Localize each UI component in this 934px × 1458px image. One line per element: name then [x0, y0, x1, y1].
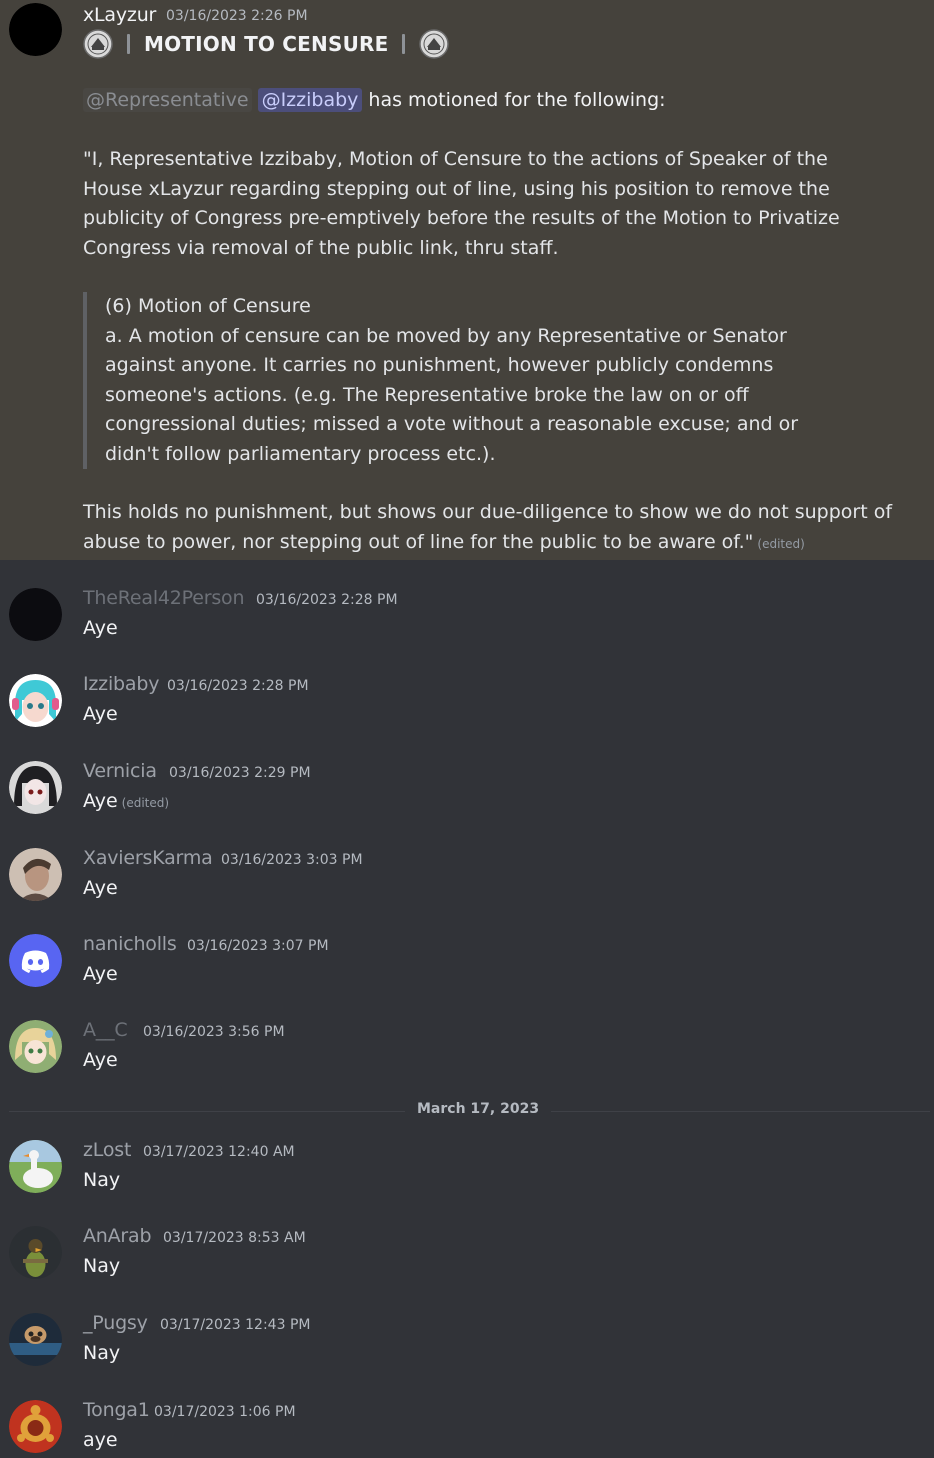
goose-avatar-icon [9, 1140, 62, 1193]
reply-timestamp: 03/17/2023 12:43 PM [160, 1317, 311, 1333]
reply-author[interactable]: AnArab [83, 1225, 152, 1247]
reply-text-line: Aye (edited) [83, 790, 169, 812]
reply-text: aye [83, 1429, 118, 1451]
photo-avatar-icon [9, 848, 62, 901]
anime-blonde-avatar-icon [9, 1020, 62, 1073]
reply-text-line: aye [83, 1429, 118, 1451]
reply-text: Nay [83, 1169, 121, 1191]
edited-label: (edited) [757, 537, 805, 551]
reply-text: Aye [83, 790, 118, 812]
reply-timestamp: 03/16/2023 3:56 PM [143, 1024, 285, 1040]
reply-timestamp: 03/17/2023 12:40 AM [143, 1144, 295, 1160]
reply-timestamp: 03/16/2023 3:07 PM [187, 938, 329, 954]
reply-avatar[interactable] [9, 761, 62, 814]
reply-text-line: Aye [83, 703, 118, 725]
highlighted-message: xLayzur 03/16/2023 2:26 PM MOTION TO CEN… [0, 0, 934, 560]
reply-author[interactable]: Izzibaby [83, 673, 159, 695]
reply-avatar[interactable] [9, 1400, 62, 1453]
reply-text: Aye [83, 963, 118, 985]
closing-paragraph: This holds no punishment, but shows our … [83, 497, 903, 559]
reply-text-line: Nay [83, 1255, 120, 1277]
reply-text-line: Aye [83, 963, 118, 985]
anime-girl-avatar-icon [9, 674, 62, 727]
quote-title: (6) Motion of Censure [105, 295, 311, 317]
reply-author[interactable]: _Pugsy [83, 1312, 148, 1334]
intro-text: has motioned for the following: [368, 89, 666, 111]
reply-author[interactable]: A__C [83, 1019, 128, 1041]
reply-text: Aye [83, 877, 118, 899]
reply-avatar[interactable] [9, 674, 62, 727]
reply-author[interactable]: Tonga1 [83, 1399, 150, 1421]
message-timestamp: 03/16/2023 2:26 PM [166, 8, 308, 24]
title-separator [127, 34, 130, 54]
reply-avatar[interactable] [9, 848, 62, 901]
block-quote: (6) Motion of Censure a. A motion of cen… [83, 292, 825, 469]
reply-timestamp: 03/17/2023 8:53 AM [163, 1230, 306, 1246]
user-mention[interactable]: @Izzibaby [257, 88, 363, 112]
reply-text: Aye [83, 1049, 118, 1071]
turtle-avatar-icon [9, 1400, 62, 1453]
reply-author[interactable]: XaviersKarma [83, 847, 213, 869]
role-mention[interactable]: @Representative [83, 88, 252, 112]
author-avatar[interactable] [9, 3, 62, 56]
reply-text-line: Nay [83, 1342, 120, 1364]
reply-author[interactable]: zLost [83, 1139, 131, 1161]
reply-text: Nay [83, 1255, 121, 1277]
reply-text: Nay [83, 1342, 121, 1364]
reply-timestamp: 03/16/2023 2:29 PM [169, 765, 311, 781]
reply-avatar[interactable] [9, 1140, 62, 1193]
dark-avatar-icon [9, 588, 62, 641]
anime-dark-avatar-icon [9, 761, 62, 814]
quote-body: a. A motion of censure can be moved by a… [105, 324, 799, 465]
reply-text-line: Aye [83, 877, 118, 899]
pug-avatar-icon [9, 1313, 62, 1366]
duck-avatar-icon [9, 1226, 62, 1279]
reply-text-line: Aye [83, 617, 118, 639]
message-author[interactable]: xLayzur [83, 4, 156, 26]
message-title: MOTION TO CENSURE [144, 32, 389, 56]
reply-author[interactable]: Vernicia [83, 760, 157, 782]
reply-avatar[interactable] [9, 588, 62, 641]
reply-timestamp: 03/16/2023 3:03 PM [221, 852, 363, 868]
seal-icon [419, 29, 450, 59]
reply-text-line: Aye [83, 1049, 118, 1071]
reply-text-line: Nay [83, 1169, 120, 1191]
edited-label: (edited) [121, 796, 170, 810]
black-avatar-icon [9, 3, 62, 56]
message-title-row: MOTION TO CENSURE [83, 28, 450, 60]
reply-author[interactable]: nanicholls [83, 933, 177, 955]
discord-logo-icon [9, 934, 62, 987]
reply-text: Aye [83, 617, 118, 639]
reply-author[interactable]: TheReal42Person [83, 587, 245, 609]
seal-icon [83, 29, 113, 59]
reply-timestamp: 03/16/2023 2:28 PM [167, 678, 309, 694]
mention-line: @Representative @Izzibaby has motioned f… [83, 88, 666, 112]
date-divider-label: March 17, 2023 [405, 1101, 552, 1117]
reply-text: Aye [83, 703, 118, 725]
reply-avatar[interactable] [9, 1313, 62, 1366]
reply-timestamp: 03/17/2023 1:06 PM [154, 1404, 296, 1420]
reply-timestamp: 03/16/2023 2:28 PM [256, 592, 398, 608]
reply-avatar[interactable] [9, 1226, 62, 1279]
title-separator [402, 34, 406, 54]
reply-avatar[interactable] [9, 934, 62, 987]
motion-paragraph: "I, Representative Izzibaby, Motion of C… [83, 148, 840, 259]
reply-avatar[interactable] [9, 1020, 62, 1073]
